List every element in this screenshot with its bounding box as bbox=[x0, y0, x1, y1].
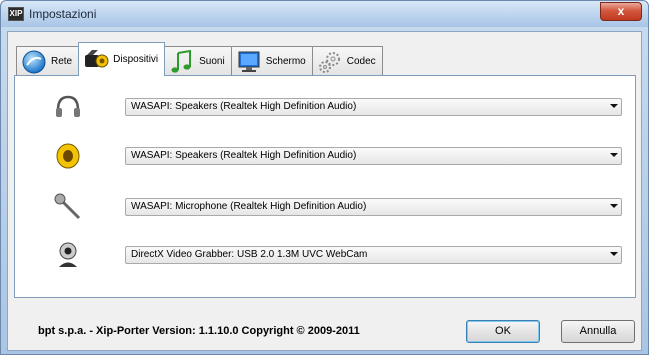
tab-rete[interactable]: Rete bbox=[16, 46, 80, 76]
music-note-icon bbox=[171, 49, 192, 73]
close-button[interactable]: x bbox=[600, 2, 642, 21]
tab-dispositivi[interactable]: Dispositivi bbox=[78, 42, 166, 76]
chevron-down-icon[interactable] bbox=[610, 153, 618, 157]
headphones-icon bbox=[56, 95, 80, 117]
tab-label: Codec bbox=[346, 56, 376, 67]
chevron-down-icon[interactable] bbox=[610, 252, 618, 256]
gears-icon bbox=[318, 51, 340, 73]
webcam-icon bbox=[59, 242, 77, 267]
select-value: WASAPI: Speakers (Realtek High Definitio… bbox=[131, 150, 357, 161]
webcam-device-select[interactable]: DirectX Video Grabber: USB 2.0 1.3M UVC … bbox=[125, 246, 622, 264]
select-value: DirectX Video Grabber: USB 2.0 1.3M UVC … bbox=[131, 249, 368, 260]
tab-codec[interactable]: Codec bbox=[311, 46, 383, 76]
tab-schermo[interactable]: Schermo bbox=[230, 46, 313, 76]
device-row-microphone: WASAPI: Microphone (Realtek High Definit… bbox=[15, 190, 635, 224]
device-row-speaker: WASAPI: Speakers (Realtek High Definitio… bbox=[15, 139, 635, 173]
window-title: Impostazioni bbox=[29, 7, 97, 21]
select-value: WASAPI: Speakers (Realtek High Definitio… bbox=[131, 101, 357, 112]
headphones-device-select[interactable]: WASAPI: Speakers (Realtek High Definitio… bbox=[125, 98, 622, 116]
settings-window: XIP Impostazioni x Rete Dispositivi Suon… bbox=[0, 0, 649, 355]
chevron-down-icon[interactable] bbox=[610, 204, 618, 208]
monitor-icon bbox=[238, 51, 260, 72]
speaker-device-select[interactable]: WASAPI: Speakers (Realtek High Definitio… bbox=[125, 147, 622, 165]
speaker-icon bbox=[56, 143, 80, 169]
devices-panel: WASAPI: Speakers (Realtek High Definitio… bbox=[14, 75, 636, 298]
tab-strip: Rete Dispositivi Suoni Schermo Codec bbox=[16, 42, 383, 76]
tab-label: Suoni bbox=[199, 56, 225, 67]
tab-label: Dispositivi bbox=[113, 54, 159, 65]
select-value: WASAPI: Microphone (Realtek High Definit… bbox=[131, 201, 367, 212]
device-row-webcam: DirectX Video Grabber: USB 2.0 1.3M UVC … bbox=[15, 238, 635, 272]
tab-suoni[interactable]: Suoni bbox=[164, 46, 232, 76]
network-globe-icon bbox=[22, 50, 46, 73]
title-bar[interactable]: XIP Impostazioni x bbox=[1, 1, 648, 27]
cancel-button[interactable]: Annulla bbox=[561, 320, 635, 343]
ok-button[interactable]: OK bbox=[466, 320, 540, 343]
device-row-headphones: WASAPI: Speakers (Realtek High Definitio… bbox=[15, 90, 635, 124]
tab-label: Schermo bbox=[265, 56, 306, 67]
microphone-device-select[interactable]: WASAPI: Microphone (Realtek High Definit… bbox=[125, 198, 622, 216]
client-area: Rete Dispositivi Suoni Schermo Codec WAS… bbox=[7, 31, 642, 351]
chevron-down-icon[interactable] bbox=[610, 104, 618, 108]
version-info: bpt s.p.a. - Xip-Porter Version: 1.1.10.… bbox=[38, 325, 360, 337]
tab-label: Rete bbox=[51, 56, 73, 67]
devices-icon bbox=[85, 49, 109, 67]
app-icon: XIP bbox=[8, 7, 24, 21]
microphone-icon bbox=[54, 193, 81, 220]
